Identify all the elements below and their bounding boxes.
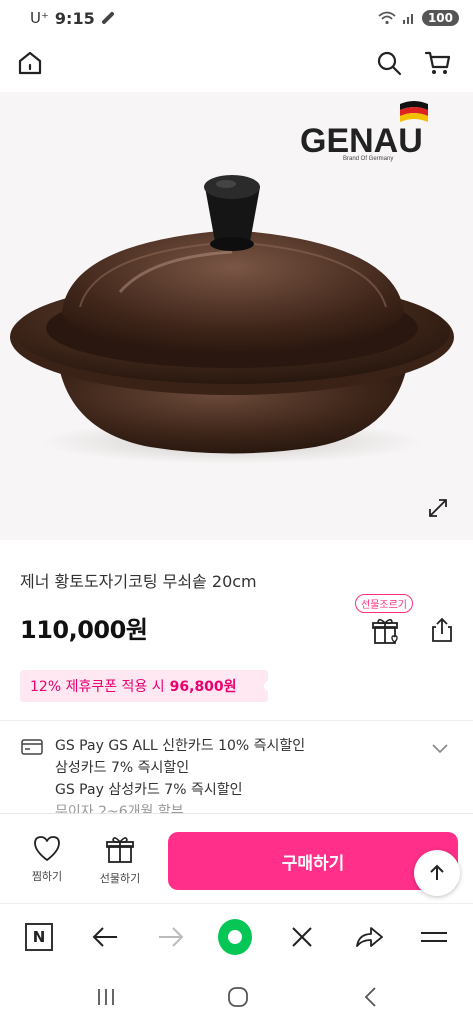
heart-icon — [34, 836, 60, 861]
benefit-line: GS Pay 삼성카드 7% 즉시할인 — [55, 782, 243, 798]
card-icon — [21, 739, 43, 755]
buy-button[interactable]: 구매하기 — [168, 832, 458, 890]
search-icon[interactable] — [374, 48, 404, 78]
cart-icon[interactable] — [423, 48, 453, 78]
expand-icon[interactable] — [427, 497, 449, 519]
system-nav — [0, 970, 473, 1024]
arrow-up-icon — [430, 864, 444, 880]
card-benefits: GS Pay GS ALL 신한카드 10% 즉시할인 삼성카드 7% 즉시할인… — [55, 735, 305, 823]
carrier-label: U⁺ — [30, 9, 49, 27]
coupon-price: 96,800원 — [169, 679, 237, 695]
product-image[interactable]: GENAU Brand Of Germany — [0, 92, 473, 540]
home-icon[interactable] — [15, 48, 45, 78]
coupon-label: 12% 제휴쿠폰 적용 시 — [30, 679, 165, 695]
back-chevron-icon[interactable] — [358, 984, 384, 1010]
signal-icon — [402, 14, 413, 24]
naver-n-icon[interactable]: N — [25, 923, 53, 951]
wifi-icon — [378, 11, 396, 25]
wish-label: 찜하기 — [31, 870, 63, 883]
green-dot-icon[interactable] — [218, 919, 252, 955]
coupon-notch — [264, 681, 272, 691]
share-icon[interactable] — [428, 616, 456, 644]
brand-logo: GENAU Brand Of Germany — [300, 100, 445, 170]
close-icon[interactable] — [285, 920, 319, 954]
status-bar: U⁺ 9:15 100 — [0, 0, 473, 36]
product-title: 제너 황토도자기코팅 무쇠솥 20cm — [20, 572, 257, 591]
benefit-line: 삼성카드 7% 즉시할인 — [55, 760, 190, 776]
home-circle-icon[interactable] — [225, 984, 251, 1010]
benefit-line: GS Pay GS ALL 신한카드 10% 즉시할인 — [55, 738, 306, 754]
share-forward-icon[interactable] — [352, 920, 386, 954]
gift-icon — [106, 837, 134, 863]
recent-apps-icon[interactable] — [93, 984, 119, 1010]
status-time: 9:15 — [54, 8, 95, 28]
back-arrow-icon[interactable] — [88, 920, 122, 954]
battery-indicator: 100 — [421, 10, 459, 26]
browser-toolbar: N — [0, 903, 473, 967]
top-nav — [0, 40, 473, 86]
product-price: 110,000원 — [20, 616, 148, 644]
chevron-down-icon[interactable] — [430, 740, 450, 754]
gift-request-chip[interactable]: 선물조르기 — [355, 594, 413, 613]
divider — [0, 720, 473, 721]
gift-button[interactable]: 선물하기 — [90, 834, 150, 886]
gift-icon[interactable] — [371, 616, 401, 646]
forward-arrow-icon[interactable] — [154, 920, 188, 954]
coupon-banner[interactable]: 12% 제휴쿠폰 적용 시 96,800원 — [20, 670, 272, 702]
purchase-bar: 찜하기 선물하기 구매하기 — [0, 813, 473, 900]
german-flag-icon — [400, 101, 428, 122]
wish-button[interactable]: 찜하기 — [17, 834, 77, 884]
menu-icon[interactable] — [417, 920, 451, 954]
link-icon — [101, 12, 114, 24]
brand-tagline: Brand Of Germany — [343, 156, 394, 162]
scroll-top-button[interactable] — [414, 850, 460, 896]
gift-label: 선물하기 — [99, 872, 141, 885]
